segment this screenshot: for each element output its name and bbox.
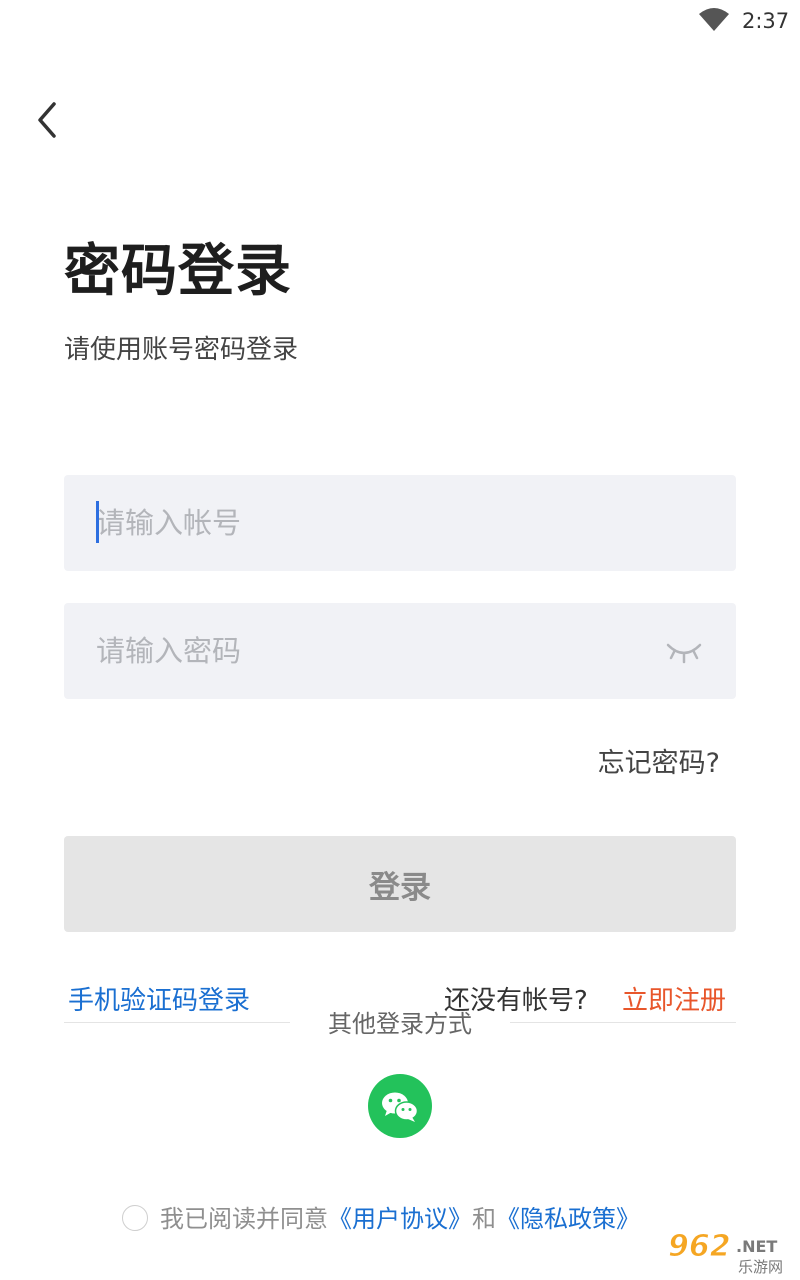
- other-login-label: 其他登录方式: [328, 1010, 472, 1038]
- watermark-number: 962: [668, 1229, 731, 1264]
- password-field[interactable]: [64, 603, 736, 699]
- account-field[interactable]: [64, 475, 736, 571]
- chevron-left-icon: [38, 102, 56, 138]
- watermark-site: 乐游网: [738, 1258, 783, 1276]
- agreement-checkbox[interactable]: [122, 1205, 148, 1231]
- site-watermark-logo: 962 .NET 乐游网: [668, 1229, 784, 1277]
- privacy-policy-link[interactable]: 《隐私政策》: [496, 1205, 640, 1233]
- text-cursor: [96, 501, 99, 543]
- agreement-prefix: 我已阅读并同意: [160, 1205, 328, 1233]
- user-agreement-link[interactable]: 《用户协议》: [328, 1205, 472, 1233]
- agreement-and: 和: [472, 1205, 496, 1233]
- wechat-icon: [382, 1092, 419, 1122]
- forgot-password-link[interactable]: 忘记密码?: [598, 744, 720, 784]
- back-button[interactable]: [28, 96, 68, 144]
- login-button[interactable]: 登录: [64, 836, 736, 932]
- watermark-net: .NET: [736, 1237, 777, 1256]
- status-bar: 2:37: [0, 0, 800, 44]
- wechat-login-button[interactable]: [368, 1074, 432, 1138]
- password-input[interactable]: [96, 603, 656, 699]
- account-input[interactable]: [96, 475, 656, 571]
- page-subtitle: 请使用账号密码登录: [64, 335, 299, 365]
- wifi-icon: [699, 8, 729, 31]
- eye-closed-icon[interactable]: [664, 637, 704, 665]
- agreement-text: 我已阅读并同意《用户协议》和《隐私政策》: [160, 1202, 640, 1236]
- page-title: 密码登录: [64, 239, 292, 304]
- status-time: 2:37: [742, 9, 790, 33]
